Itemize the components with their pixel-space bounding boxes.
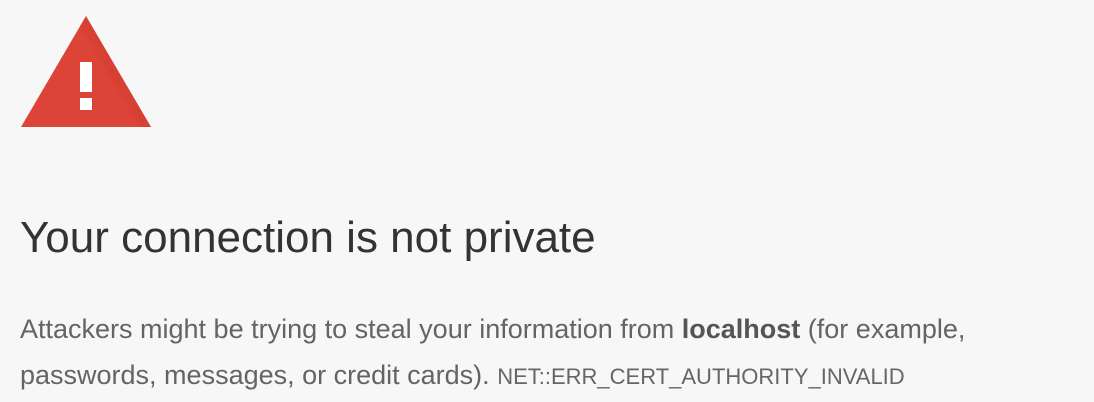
interstitial-page: Your connection is not private Attackers… [0, 0, 1094, 402]
hostname: localhost [681, 314, 801, 344]
explanation-paragraph: Attackers might be trying to steal your … [20, 306, 1090, 400]
error-code[interactable]: NET::ERR_CERT_AUTHORITY_INVALID [497, 364, 905, 389]
page-title: Your connection is not private [20, 213, 596, 262]
explanation-prefix: Attackers might be trying to steal your … [20, 314, 682, 344]
warning-triangle-icon [21, 16, 151, 127]
